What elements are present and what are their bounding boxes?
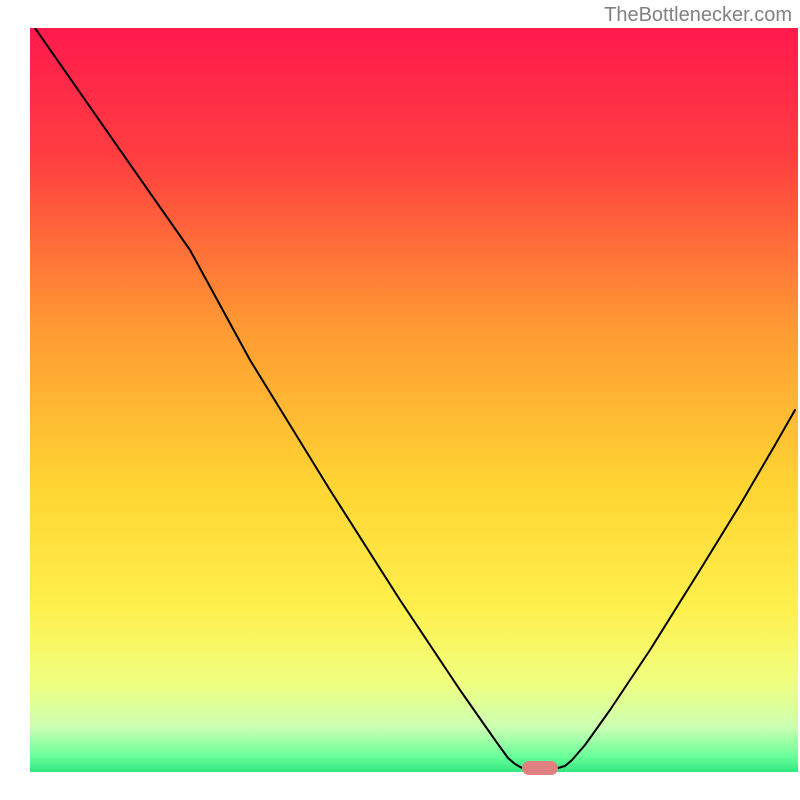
bottleneck-chart <box>0 0 800 800</box>
watermark-text: TheBottlenecker.com <box>604 4 792 27</box>
chart-container: TheBottlenecker.com <box>0 0 800 800</box>
plot-background-gradient <box>30 28 798 772</box>
optimum-marker <box>522 761 558 775</box>
